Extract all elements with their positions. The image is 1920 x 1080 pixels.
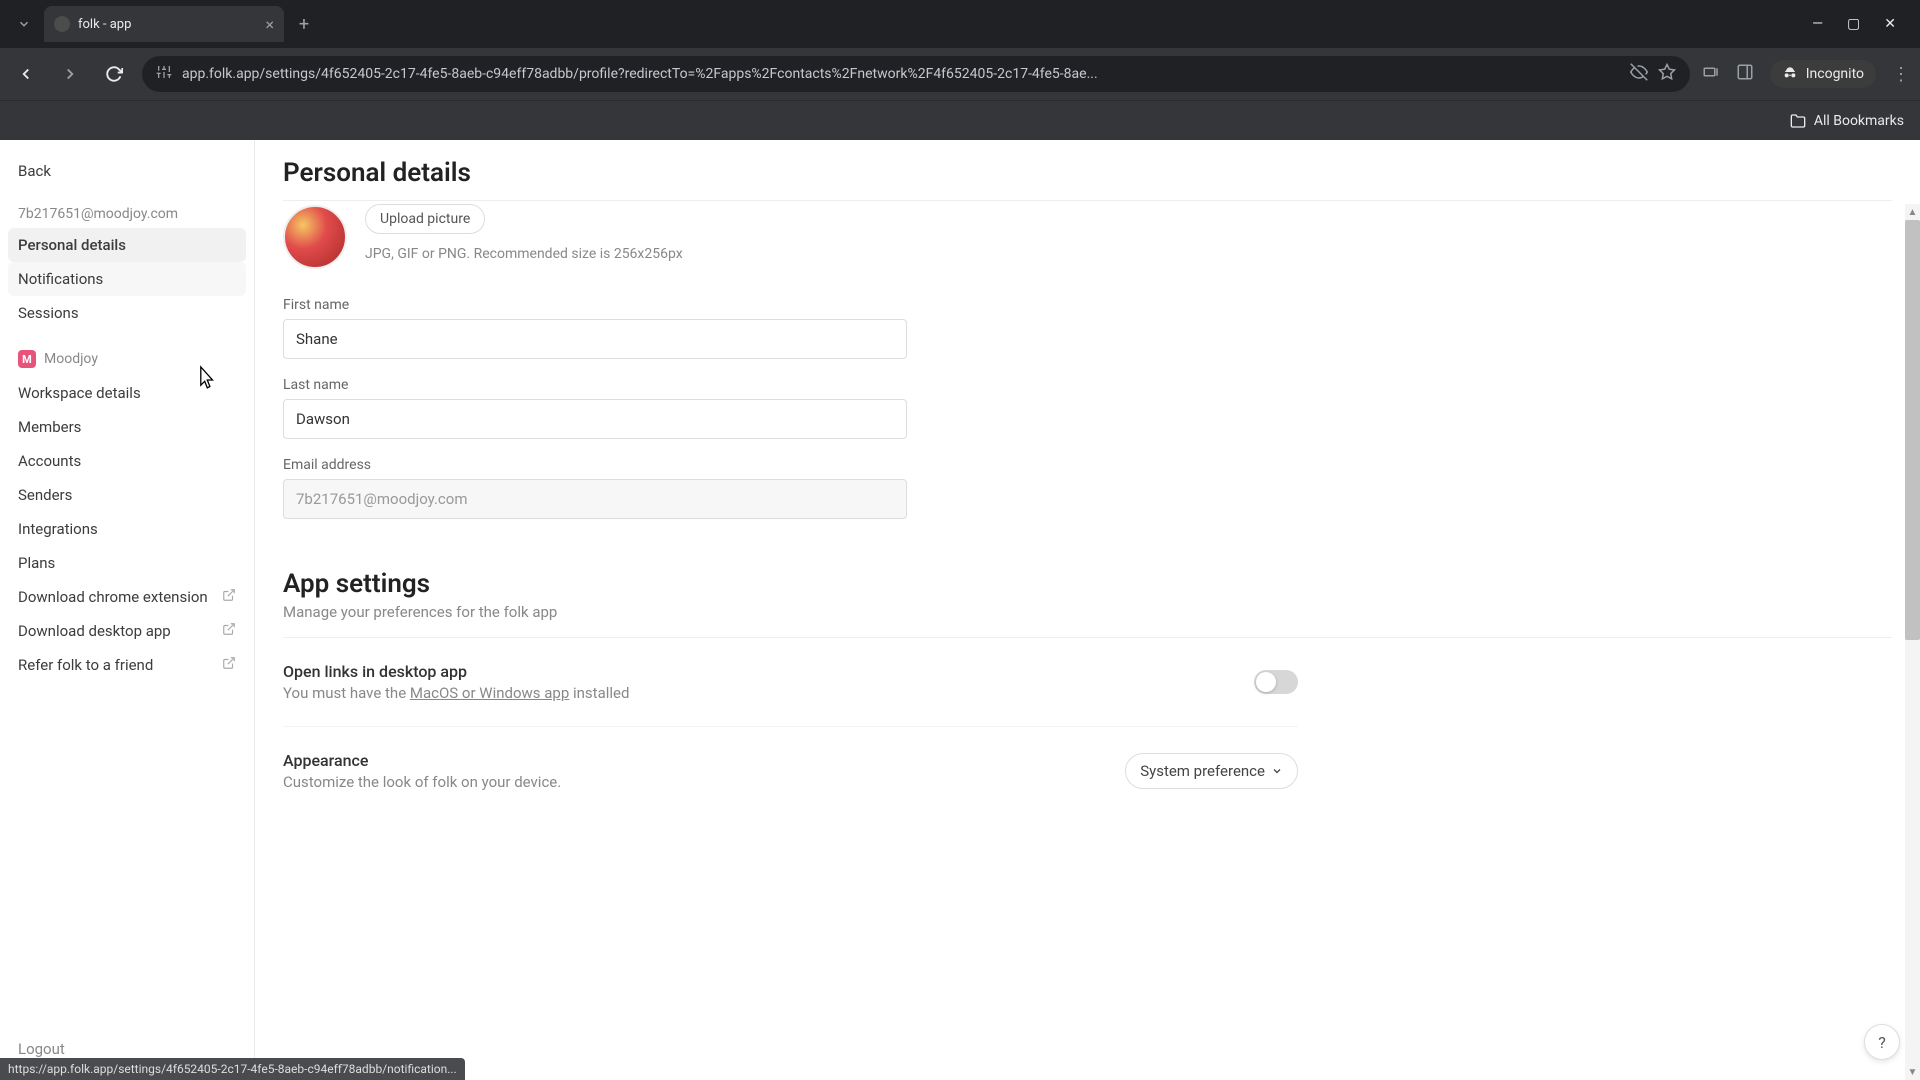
- last-name-label: Last name: [283, 377, 1892, 393]
- email-label: Email address: [283, 457, 1892, 473]
- nav-bar: app.folk.app/settings/4f652405-2c17-4fe5…: [0, 48, 1920, 100]
- workspace-header: M Moodjoy: [8, 330, 246, 376]
- scroll-up-icon[interactable]: ▲: [1905, 204, 1920, 220]
- workspace-name: Moodjoy: [44, 351, 98, 367]
- scrollbar[interactable]: ▲ ▼: [1905, 204, 1920, 1080]
- profile-picture-row: Upload picture JPG, GIF or PNG. Recommen…: [283, 201, 1892, 279]
- help-button[interactable]: ?: [1864, 1024, 1900, 1060]
- last-name-input[interactable]: [283, 399, 907, 439]
- tab-strip: folk - app × + — ▢ ✕: [0, 0, 1920, 48]
- main-content: Personal details Upload picture JPG, GIF…: [255, 140, 1920, 1080]
- window-controls: — ▢ ✕: [1812, 16, 1912, 32]
- workspace-icon: M: [18, 350, 36, 368]
- bookmark-bar: All Bookmarks: [0, 100, 1920, 140]
- tab-title: folk - app: [78, 17, 257, 32]
- appearance-title: Appearance: [283, 751, 561, 770]
- scrollbar-thumb[interactable]: [1905, 220, 1920, 640]
- bookmark-star-icon[interactable]: [1658, 63, 1676, 85]
- url-text: app.folk.app/settings/4f652405-2c17-4fe5…: [182, 66, 1620, 82]
- first-name-input[interactable]: [283, 319, 907, 359]
- browser-chrome: folk - app × + — ▢ ✕ app.folk.app/settin…: [0, 0, 1920, 140]
- sidebar-item-label: Integrations: [18, 520, 98, 538]
- open-links-toggle[interactable]: [1254, 670, 1298, 694]
- appearance-dropdown[interactable]: System preference: [1125, 753, 1298, 789]
- back-button[interactable]: [10, 58, 42, 90]
- external-link-icon: [222, 588, 236, 606]
- sidebar-item-integrations[interactable]: Integrations: [8, 512, 246, 546]
- media-control-icon[interactable]: [1702, 63, 1720, 85]
- browser-tab[interactable]: folk - app ×: [44, 6, 284, 42]
- sidebar-item-label: Plans: [18, 554, 55, 572]
- tab-favicon: [54, 16, 70, 32]
- page-title: Personal details: [283, 140, 1892, 200]
- menu-icon[interactable]: ⋮: [1892, 64, 1910, 85]
- sidebar-item-label: Members: [18, 418, 81, 436]
- open-links-desc: You must have the MacOS or Windows app i…: [283, 684, 629, 702]
- site-settings-icon[interactable]: [156, 64, 172, 84]
- sidebar-item-sessions[interactable]: Sessions: [8, 296, 246, 330]
- email-input: [283, 479, 907, 519]
- sidebar-item-personal-details[interactable]: Personal details: [8, 228, 246, 262]
- sidebar-item-label: Download desktop app: [18, 622, 171, 640]
- user-email-label: 7b217651@moodjoy.com: [8, 200, 246, 228]
- status-bar: https://app.folk.app/settings/4f652405-2…: [0, 1058, 465, 1080]
- external-link-icon: [222, 622, 236, 640]
- sidebar-item-download-desktop-app[interactable]: Download desktop app: [8, 614, 246, 648]
- tab-search-dropdown[interactable]: [8, 8, 40, 40]
- side-panel-icon[interactable]: [1736, 63, 1754, 85]
- reload-button[interactable]: [98, 58, 130, 90]
- toolbar-right-icons: Incognito ⋮: [1702, 60, 1910, 88]
- sidebar-item-label: Senders: [18, 486, 72, 504]
- macos-windows-link[interactable]: MacOS or Windows app: [410, 684, 569, 702]
- open-links-title: Open links in desktop app: [283, 662, 629, 681]
- app-settings-subtitle: Manage your preferences for the folk app: [283, 603, 1892, 638]
- sidebar-item-label: Download chrome extension: [18, 588, 208, 606]
- sidebar-item-plans[interactable]: Plans: [8, 546, 246, 580]
- back-link[interactable]: Back: [8, 152, 246, 200]
- upload-picture-button[interactable]: Upload picture: [365, 204, 485, 234]
- sidebar: Back 7b217651@moodjoy.com Personal detai…: [0, 140, 255, 1080]
- forward-button[interactable]: [54, 58, 86, 90]
- all-bookmarks-label: All Bookmarks: [1814, 113, 1904, 129]
- sidebar-item-label: Workspace details: [18, 384, 141, 402]
- sidebar-item-refer-folk[interactable]: Refer folk to a friend: [8, 648, 246, 682]
- setting-open-links: Open links in desktop app You must have …: [283, 638, 1298, 727]
- close-window-icon[interactable]: ✕: [1884, 16, 1896, 32]
- sidebar-item-members[interactable]: Members: [8, 410, 246, 444]
- sidebar-item-workspace-details[interactable]: Workspace details: [8, 376, 246, 410]
- first-name-label: First name: [283, 297, 1892, 313]
- upload-hint: JPG, GIF or PNG. Recommended size is 256…: [365, 246, 683, 262]
- sidebar-item-label: Personal details: [18, 236, 126, 254]
- sidebar-item-accounts[interactable]: Accounts: [8, 444, 246, 478]
- sidebar-item-senders[interactable]: Senders: [8, 478, 246, 512]
- chevron-down-icon: [1271, 765, 1283, 777]
- address-bar[interactable]: app.folk.app/settings/4f652405-2c17-4fe5…: [142, 56, 1690, 92]
- text: installed: [569, 684, 629, 702]
- text: You must have the: [283, 684, 410, 702]
- scroll-down-icon[interactable]: ▼: [1905, 1064, 1920, 1080]
- app-container: Back 7b217651@moodjoy.com Personal detai…: [0, 140, 1920, 1080]
- all-bookmarks-button[interactable]: All Bookmarks: [1790, 113, 1904, 129]
- sidebar-item-download-chrome-extension[interactable]: Download chrome extension: [8, 580, 246, 614]
- maximize-icon[interactable]: ▢: [1847, 16, 1860, 32]
- external-link-icon: [222, 656, 236, 674]
- dropdown-value: System preference: [1140, 762, 1265, 780]
- appearance-desc: Customize the look of folk on your devic…: [283, 773, 561, 791]
- setting-appearance: Appearance Customize the look of folk on…: [283, 727, 1298, 815]
- minimize-icon[interactable]: —: [1812, 16, 1823, 32]
- sidebar-item-label: Sessions: [18, 304, 79, 322]
- incognito-badge[interactable]: Incognito: [1770, 60, 1876, 88]
- sidebar-item-label: Accounts: [18, 452, 81, 470]
- app-settings-title: App settings: [283, 569, 1892, 599]
- avatar: [283, 205, 347, 269]
- incognito-label: Incognito: [1806, 66, 1864, 82]
- eye-off-icon[interactable]: [1630, 63, 1648, 85]
- sidebar-item-label: Notifications: [18, 270, 103, 288]
- sidebar-item-label: Refer folk to a friend: [18, 656, 153, 674]
- close-icon[interactable]: ×: [265, 15, 274, 34]
- sidebar-item-notifications[interactable]: Notifications: [8, 262, 246, 296]
- new-tab-button[interactable]: +: [290, 10, 318, 38]
